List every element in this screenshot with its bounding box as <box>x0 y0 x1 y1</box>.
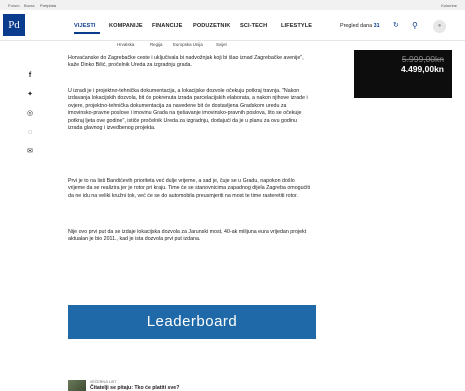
topbar-link-kolumne[interactable]: Kolumne <box>441 3 457 8</box>
whatsapp-icon[interactable]: ◎ <box>26 110 34 118</box>
related-article-thumbnail[interactable] <box>68 380 86 391</box>
related-article[interactable]: VEČERNJI LIST Čitatelji se pitaju: Tko ć… <box>68 378 368 391</box>
article-paragraph: Prvi je to na listi Bandićevih prioritet… <box>68 178 311 199</box>
nav-item-poduzetnik[interactable]: PODUZETNIK <box>193 23 230 29</box>
active-tab-indicator <box>74 32 100 34</box>
article-paragraph: Nije ovo prvi put da se izdaje lokacijsk… <box>68 229 307 243</box>
facebook-icon[interactable]: f <box>26 72 34 80</box>
nav-item-kompanije[interactable]: KOMPANIJE <box>109 23 143 29</box>
history-icon[interactable]: ↻ <box>393 22 401 30</box>
related-article-title[interactable]: Čitatelji se pitaju: Tko će platiti sve? <box>90 385 179 391</box>
article-paragraph: Horvaćanske do Zagrebačke ceste i uključ… <box>68 55 304 69</box>
topbar-link-pretplata[interactable]: Pretplata <box>40 3 56 8</box>
main-navigation: Pd VIJESTI KOMPANIJE FINANCIJE PODUZETNI… <box>0 10 465 41</box>
nav-item-vijesti[interactable]: VIJESTI <box>74 23 96 29</box>
related-article-tag: VEČERNJI LIST <box>90 380 117 384</box>
search-icon[interactable]: ⚲ <box>412 21 421 30</box>
topbar-link-forum[interactable]: Forum <box>8 3 20 8</box>
subnav-item-hrvatska[interactable]: Hrvatska <box>117 42 134 47</box>
ad-price-new: 4.499,00kn <box>400 64 444 74</box>
nav-item-sci-tech[interactable]: SCI-TECH <box>240 23 267 29</box>
viber-icon[interactable]: ◌ <box>26 129 34 137</box>
pregled-dana-label: Pregled dana <box>340 23 373 29</box>
sidebar-ad[interactable]: 5.999,00kn 4.499,00kn <box>354 50 452 98</box>
email-icon[interactable]: ✉ <box>26 148 34 156</box>
subnav-item-europska-unija[interactable]: Europska Unija <box>173 42 203 47</box>
nav-item-financije[interactable]: FINANCIJE <box>152 23 182 29</box>
pregled-dana-link[interactable]: Pregled dana 31 <box>340 23 380 29</box>
nav-item-lifestyle[interactable]: LIFESTYLE <box>281 23 312 29</box>
subnav-item-svijet[interactable]: Svijet <box>216 42 227 47</box>
twitter-icon[interactable]: ✦ <box>26 91 34 99</box>
leaderboard-ad[interactable]: Leaderboard <box>68 305 316 339</box>
article-paragraph: U izradi je i projektno-tehnička dokumen… <box>68 88 308 132</box>
topbar-link-burza[interactable]: Burza <box>24 3 34 8</box>
site-logo[interactable]: Pd <box>3 14 25 36</box>
ad-price-old: 5.999,00kn <box>401 54 444 64</box>
pregled-dana-count: 31 <box>373 23 380 29</box>
user-avatar-icon[interactable]: ● <box>433 20 446 33</box>
top-utility-bar: Forum Burza Pretplata Kolumne <box>0 0 465 10</box>
subnav-item-regija[interactable]: Regija <box>150 42 162 47</box>
